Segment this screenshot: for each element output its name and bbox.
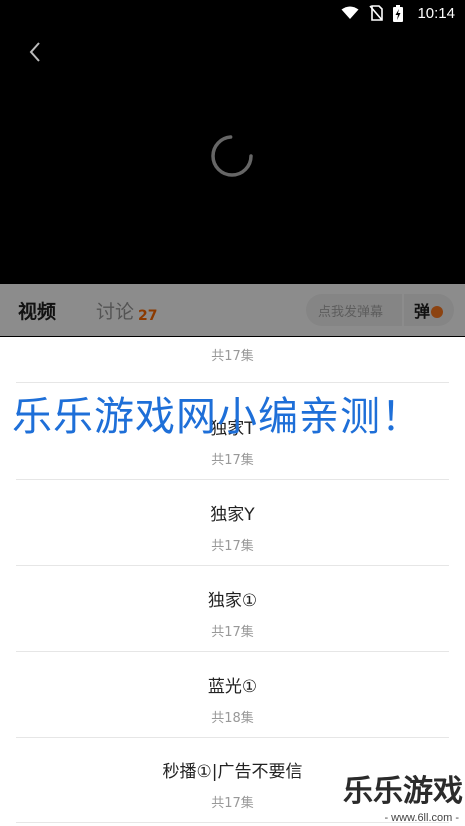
battery-charging-icon (393, 4, 404, 22)
status-bar: 10:14 (0, 0, 465, 26)
no-sim-icon (369, 5, 384, 21)
list-item[interactable]: 共17集 (16, 325, 449, 383)
list-item[interactable]: 蓝光① 共18集 (16, 675, 449, 738)
episode-count: 共17集 (211, 539, 254, 554)
watermark-overlay-text: 乐乐游戏网小编亲测！ (12, 394, 422, 440)
source-title: 独家① (207, 591, 258, 611)
source-title: 独家Y (210, 505, 255, 525)
watermark-logo: 乐乐游戏 - www.6ll.com - (343, 770, 463, 824)
watermark-logo-text: 乐乐游戏 (343, 774, 463, 809)
video-detail-screen: 10:14 视频 讨论 27 点我发弹幕 弹 共17集 独家T 共17集 独家Y… (0, 0, 465, 826)
list-item[interactable]: 独家① 共17集 (16, 589, 449, 652)
watermark-logo-url: - www.6ll.com - (384, 812, 459, 824)
wifi-icon (341, 6, 359, 19)
episode-count: 共17集 (211, 453, 254, 468)
back-arrow-icon[interactable] (24, 40, 48, 64)
loading-spinner-icon (211, 135, 253, 177)
episode-count: 共18集 (211, 711, 254, 726)
list-item[interactable]: 独家Y 共17集 (16, 503, 449, 566)
source-title (16, 325, 449, 339)
source-title: 蓝光① (207, 677, 258, 697)
episode-count: 共17集 (211, 625, 254, 640)
episode-count: 共17集 (211, 349, 254, 364)
video-player[interactable] (0, 26, 465, 284)
clock: 10:14 (417, 4, 455, 22)
